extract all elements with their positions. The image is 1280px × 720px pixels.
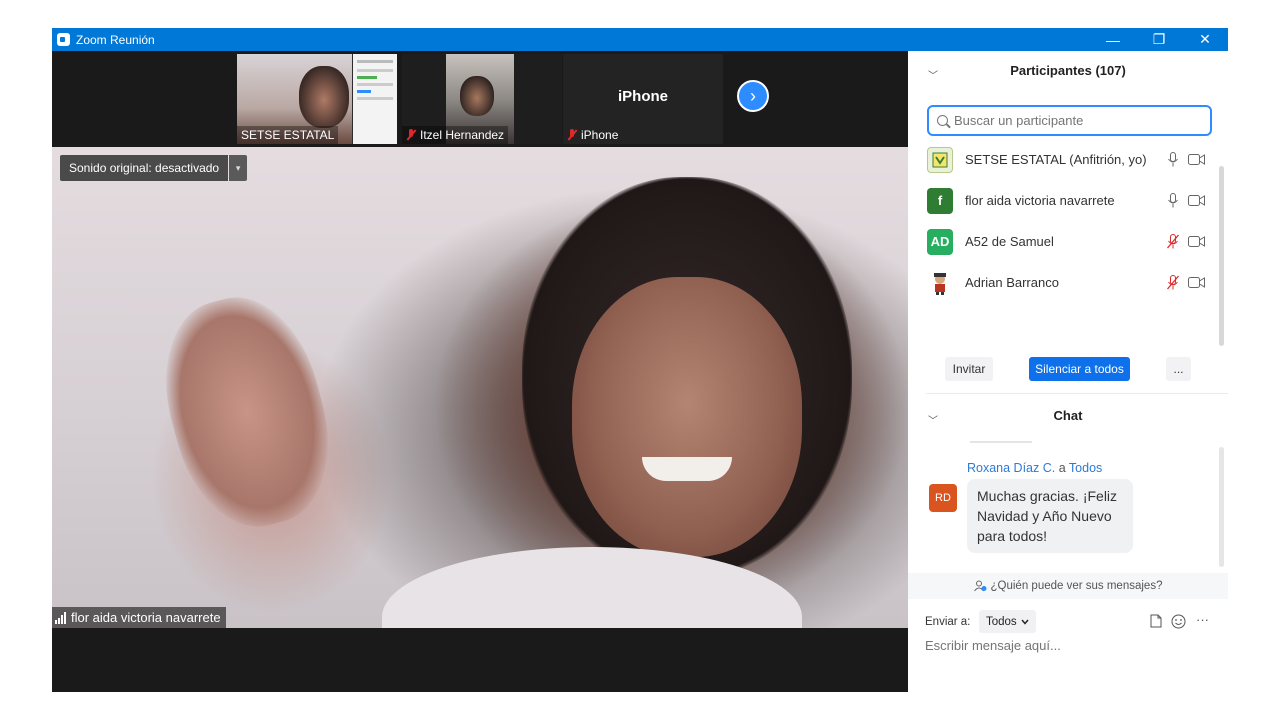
zoom-window: Zoom Reunión — ❐ ✕ SETSE ESTATAL Itzel H… [52,28,1228,692]
next-page-button[interactable]: › [737,80,769,112]
microphone-icon[interactable] [1167,193,1179,208]
chat-title: Chat [1053,408,1083,423]
participant-name: Adrian Barranco [965,275,1059,290]
participants-title: Participantes (107) [1010,63,1126,78]
participant-row[interactable]: Adrian Barranco [908,262,1228,303]
close-button[interactable]: ✕ [1182,28,1228,51]
mute-all-button[interactable]: Silenciar a todos [1029,357,1130,381]
participant-list-scrollbar[interactable] [1219,166,1224,346]
minimize-button[interactable]: — [1090,28,1136,51]
chat-message-input[interactable] [925,638,1215,653]
who-can-see-messages[interactable]: ¿Quién puede ver sus mensajes? [908,573,1228,599]
chat-scrollbar[interactable] [1219,447,1224,567]
chat-send-bar: Enviar a: Todos ··· [908,609,1228,635]
participant-row[interactable]: AD A52 de Samuel [908,221,1228,262]
who-can-see-label[interactable]: ¿Quién puede ver sus mensajes? [991,580,1163,592]
chat-message-bubble: Muchas gracias. ¡Feliz Navidad y Año Nue… [967,479,1133,553]
thumbnail-itzel-hernandez[interactable]: Itzel Hernandez [402,54,562,144]
speaker-hand [144,281,350,543]
participant-name: flor aida victoria navarrete [965,193,1115,208]
video-camera-icon[interactable] [1188,236,1205,247]
thumbnail-name: SETSE ESTATAL [241,128,335,142]
participant-list: SETSE ESTATAL (Anfitrión, yo) f flor aid… [908,139,1228,317]
participant-avatar: AD [927,228,953,255]
thumbnail-label: SETSE ESTATAL [237,126,339,144]
thumbnail-label: Itzel Hernandez [402,126,509,144]
chevron-down-icon [1021,619,1029,625]
chat-recipient[interactable]: Todos [1069,461,1102,475]
send-to-value[interactable]: Todos [986,616,1017,628]
participant-search-box[interactable] [927,105,1212,136]
video-area: SETSE ESTATAL Itzel Hernandez iPhone iPh… [52,51,908,692]
video-camera-icon[interactable] [1188,277,1205,288]
title-bar: Zoom Reunión — ❐ ✕ [52,28,1228,51]
sender-avatar: RD [929,484,957,512]
search-icon [937,115,948,126]
chevron-down-icon[interactable]: ▾ [229,155,248,181]
thumbnail-display-name: iPhone [617,88,668,105]
microphone-muted-icon[interactable] [1167,275,1179,290]
participant-actions: Invitar Silenciar a todos ... [908,357,1228,381]
participant-row[interactable]: f flor aida victoria navarrete [908,180,1228,221]
setse-logo-avatar [927,146,953,173]
thumbnail-face [299,66,349,128]
participant-name: A52 de Samuel [965,234,1054,249]
thumbnail-iphone[interactable]: iPhone iPhone [563,54,723,144]
thumbnail-label: iPhone [563,126,622,144]
more-icon[interactable]: ··· [1196,612,1209,627]
send-to-label: Enviar a: [925,616,971,628]
window-title: Zoom Reunión [76,32,155,47]
thumbnail-setse-estatal[interactable]: SETSE ESTATAL [237,54,397,144]
speaker-name-label: flor aida victoria navarrete [52,607,226,628]
emoji-icon[interactable] [1171,614,1186,629]
thumbnail-shared-screen [353,54,397,144]
speaker-face [572,277,802,557]
thumbnail-name: iPhone [581,128,619,142]
mic-muted-icon [567,129,577,141]
panel-divider [926,393,1228,394]
microphone-icon[interactable] [1167,152,1179,167]
zoom-app-icon [57,33,70,46]
original-sound-toggle[interactable]: Sonido original: desactivado ▾ [60,155,248,181]
invite-button[interactable]: Invitar [945,357,993,381]
microphone-muted-icon[interactable] [1167,234,1179,249]
previous-message-edge [970,441,1032,443]
participant-row[interactable]: SETSE ESTATAL (Anfitrión, yo) [908,139,1228,180]
participant-name: SETSE ESTATAL (Anfitrión, yo) [965,152,1147,167]
speaker-smile [642,457,732,481]
restore-button[interactable]: ❐ [1136,28,1182,51]
chevron-right-icon: › [750,85,756,106]
speaker-name: flor aida victoria navarrete [71,610,221,625]
thumbnail-strip: SETSE ESTATAL Itzel Hernandez iPhone iPh… [52,51,908,147]
participant-avatar: f [927,187,953,214]
video-camera-icon[interactable] [1188,195,1205,206]
user-info-icon [973,580,987,592]
chat-to-word: a [1058,461,1066,475]
chat-sender-line: Roxana Díaz C. a Todos [967,461,1102,475]
file-icon[interactable] [1150,614,1162,628]
video-camera-icon[interactable] [1188,154,1205,165]
cartoon-avatar [927,269,953,296]
chat-sender[interactable]: Roxana Díaz C. [967,461,1055,475]
participant-search-input[interactable] [954,113,1194,128]
thumbnail-name: Itzel Hernandez [420,128,505,142]
mic-muted-icon [406,129,416,141]
signal-strength-icon [55,611,66,624]
side-panel: ﹀ Participantes (107) SETSE ESTATAL (Anf… [908,51,1228,692]
more-options-button[interactable]: ... [1166,357,1191,381]
active-speaker-video: Sonido original: desactivado ▾ flor aida… [52,147,908,628]
original-sound-label[interactable]: Sonido original: desactivado [60,155,229,181]
send-to-select[interactable]: Todos [979,610,1036,633]
